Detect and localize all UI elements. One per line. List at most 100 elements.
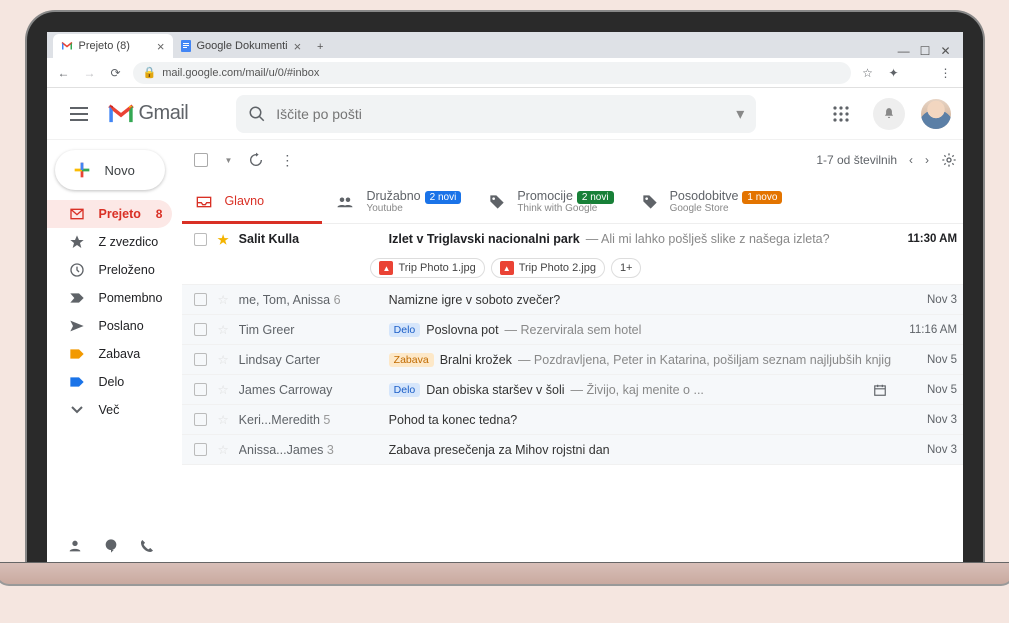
browser-tab-docs[interactable]: Google Dokumenti × — [173, 34, 310, 58]
category-subtitle: Think with Google — [517, 203, 613, 215]
mail-row[interactable]: ☆ Anissa...James 3 Zabava presečenja za … — [182, 435, 962, 465]
mail-sender: Keri...Meredith 5 — [239, 413, 379, 427]
category-tab-promocije[interactable]: Promocije2 noviThink with Google — [475, 180, 627, 223]
mail-row[interactable]: ☆ James Carroway DeloDan obiska staršev … — [182, 375, 962, 405]
nav-back-icon[interactable]: ← — [55, 66, 73, 80]
select-dropdown-icon[interactable]: ▼ — [224, 156, 232, 165]
mail-sender: Salit Kulla — [239, 232, 379, 246]
hangouts-icon[interactable] — [103, 538, 119, 554]
contacts-icon[interactable] — [67, 538, 83, 554]
hamburger-icon — [70, 107, 88, 121]
category-tab-družabno[interactable]: Družabno2 noviYoutube — [322, 180, 475, 223]
mail-sender: Lindsay Carter — [239, 353, 379, 367]
mail-snippet: — Rezervirala sem hotel — [505, 323, 642, 337]
star-icon[interactable]: ☆ — [217, 412, 228, 427]
mail-checkbox[interactable] — [194, 353, 207, 366]
search-input[interactable] — [276, 106, 726, 122]
label-orange-icon — [69, 347, 85, 361]
browser-menu-icon[interactable]: ⋮ — [937, 66, 955, 80]
compose-button[interactable]: Novo — [55, 150, 165, 190]
attachment-chip[interactable]: ▲Trip Photo 1.jpg — [370, 258, 484, 278]
extensions-icon[interactable]: ✦ — [885, 66, 903, 80]
mail-row[interactable]: ☆ Keri...Meredith 5 Pohod ta konec tedna… — [182, 405, 962, 435]
mail-subject: Izlet v Triglavski nacionalni park — [389, 232, 580, 246]
mail-label-chip: Delo — [389, 323, 421, 337]
sidebar-item-preloženo[interactable]: Preloženo — [47, 256, 173, 284]
mail-sender: me, Tom, Anissa 6 — [239, 293, 379, 307]
mail-toolbar: ▼ ⋮ 1-7 od številnih ‹ › — [182, 140, 962, 180]
mail-row[interactable]: ☆ Tim Greer DeloPoslovna pot — Rezervira… — [182, 315, 962, 345]
laptop-frame: Prejeto (8) × Google Dokumenti × + — ☐ ✕… — [25, 10, 985, 586]
mail-label-chip: Zabava — [389, 353, 434, 367]
close-tab-icon[interactable]: × — [157, 39, 165, 54]
mail-checkbox[interactable] — [194, 323, 207, 336]
clock-icon — [69, 262, 85, 278]
star-icon[interactable]: ☆ — [217, 442, 228, 457]
sidebar-item-delo[interactable]: Delo — [47, 368, 173, 396]
mail-row[interactable]: ☆ me, Tom, Anissa 6 Namizne igre v sobot… — [182, 285, 962, 315]
star-icon[interactable]: ☆ — [217, 322, 228, 337]
sidebar-item-prejeto[interactable]: Prejeto 8 — [47, 200, 173, 228]
category-badge: 2 novi — [425, 191, 462, 204]
category-tabs: Glavno Družabno2 noviYoutube Promocije2 … — [182, 180, 962, 224]
category-label: Posodobitve — [670, 189, 739, 203]
sidebar-item-več[interactable]: Več — [47, 396, 173, 424]
category-tab-posodobitve[interactable]: Posodobitve1 novoGoogle Store — [628, 180, 797, 223]
sidebar: Novo Prejeto 8 Z zvezdico Preloženo Pome… — [47, 140, 183, 562]
select-all-checkbox[interactable] — [194, 153, 208, 167]
hamburger-menu-button[interactable] — [59, 94, 99, 134]
sidebar-item-poslano[interactable]: Poslano — [47, 312, 173, 340]
label-blue-icon — [69, 375, 85, 389]
star-icon[interactable]: ☆ — [217, 292, 228, 307]
gmail-product-name: Gmail — [139, 102, 189, 125]
attachment-chip[interactable]: ▲Trip Photo 2.jpg — [491, 258, 605, 278]
window-close-icon[interactable]: ✕ — [940, 44, 950, 58]
sidebar-item-label: Delo — [99, 375, 125, 389]
page-prev-icon[interactable]: ‹ — [909, 153, 913, 167]
bookmark-star-icon[interactable]: ☆ — [859, 66, 877, 80]
mail-row[interactable]: ☆ Lindsay Carter ZabavaBralni krožek — P… — [182, 345, 962, 375]
window-maximize-icon[interactable]: ☐ — [920, 44, 931, 58]
notifications-button[interactable] — [873, 98, 905, 130]
mail-label-chip: Delo — [389, 383, 421, 397]
star-icon[interactable]: ★ — [217, 232, 228, 247]
refresh-button[interactable] — [248, 152, 264, 168]
mail-row[interactable]: ★ Salit Kulla Izlet v Triglavski naciona… — [182, 224, 962, 254]
new-tab-button[interactable]: + — [309, 36, 331, 58]
mail-checkbox[interactable] — [194, 233, 207, 246]
apps-grid-button[interactable] — [825, 98, 857, 130]
search-options-icon[interactable]: ▾ — [736, 104, 744, 124]
window-minimize-icon[interactable]: — — [898, 44, 910, 58]
account-avatar[interactable] — [921, 99, 951, 129]
sidebar-item-pomembno[interactable]: Pomembno — [47, 284, 173, 312]
star-icon[interactable]: ☆ — [217, 352, 228, 367]
url-input[interactable]: 🔒 mail.google.com/mail/u/0/#inbox — [133, 62, 851, 84]
page-next-icon[interactable]: › — [925, 153, 929, 167]
nav-reload-icon[interactable]: ⟳ — [107, 66, 125, 80]
search-box[interactable]: ▾ — [236, 95, 756, 133]
sidebar-item-zabava[interactable]: Zabava — [47, 340, 173, 368]
browser-tab-gmail[interactable]: Prejeto (8) × — [53, 34, 173, 58]
mail-checkbox[interactable] — [194, 293, 207, 306]
category-tab-glavno[interactable]: Glavno — [182, 180, 322, 223]
category-label: Družabno — [366, 189, 420, 203]
mail-checkbox[interactable] — [194, 443, 207, 456]
mail-checkbox[interactable] — [194, 383, 207, 396]
settings-gear-icon[interactable] — [941, 152, 957, 168]
sidebar-item-z-zvezdico[interactable]: Z zvezdico — [47, 228, 173, 256]
mail-list: ★ Salit Kulla Izlet v Triglavski naciona… — [182, 224, 962, 562]
mail-attachments: ▲Trip Photo 1.jpg ▲Trip Photo 2.jpg 1+ — [370, 258, 962, 284]
more-button[interactable]: ⋮ — [280, 152, 294, 169]
browser-tab-title: Google Dokumenti — [197, 40, 288, 52]
mail-subject: Poslovna pot — [426, 323, 498, 337]
close-tab-icon[interactable]: × — [294, 39, 302, 54]
gmail-logo[interactable]: Gmail — [107, 102, 189, 125]
mail-checkbox[interactable] — [194, 413, 207, 426]
phone-icon[interactable] — [139, 538, 155, 554]
sidebar-item-label: Prejeto — [99, 207, 141, 221]
attachment-more-chip[interactable]: 1+ — [611, 258, 642, 278]
star-icon[interactable]: ☆ — [217, 382, 228, 397]
calendar-event-icon — [873, 383, 887, 397]
docs-favicon-icon — [181, 40, 191, 52]
nav-forward-icon[interactable]: → — [81, 66, 99, 80]
